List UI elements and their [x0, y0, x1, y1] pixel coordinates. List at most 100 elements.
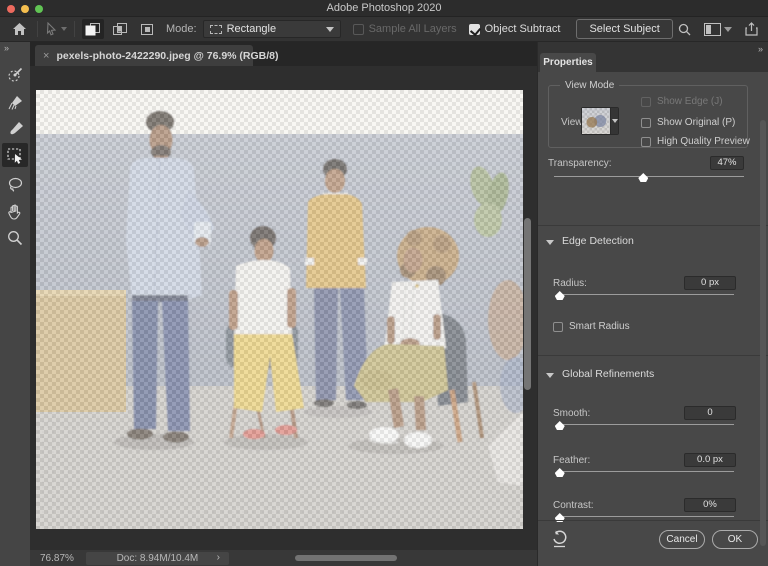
document-tab-bar: × pexels-photo-2422290.jpeg @ 76.9% (RGB… — [30, 42, 537, 66]
select-subject-button[interactable]: Select Subject — [576, 19, 672, 39]
transparency-value-field[interactable]: 47% — [710, 156, 744, 170]
view-mode-thumbnail-dropdown[interactable] — [581, 107, 619, 135]
mode-label: Mode: — [166, 23, 197, 35]
horizontal-scrollbar-thumb[interactable] — [295, 555, 397, 561]
show-edge-label: Show Edge (J) — [657, 96, 723, 107]
document-info[interactable]: Doc: 8.94M/10.4M › — [86, 552, 229, 565]
hand-icon — [7, 203, 23, 220]
smooth-value-field[interactable]: 0 — [684, 406, 736, 420]
lasso-tool[interactable] — [3, 172, 27, 196]
footer-divider — [538, 520, 768, 521]
slider-track[interactable] — [558, 294, 734, 295]
expand-tools-icon[interactable]: » — [4, 43, 8, 53]
feather-label: Feather: — [553, 455, 590, 466]
slider-track[interactable] — [558, 424, 734, 425]
collapse-panel-icon[interactable]: » — [758, 44, 762, 54]
mode-dropdown[interactable]: Rectangle — [203, 20, 341, 38]
chevron-down-icon — [724, 27, 732, 32]
contrast-value-field[interactable]: 0% — [684, 498, 736, 512]
tool-column: » — [0, 42, 30, 566]
slider-track[interactable] — [558, 471, 734, 472]
transparency-slider[interactable] — [554, 172, 744, 182]
document-image[interactable] — [36, 90, 523, 529]
chevron-right-icon[interactable]: › — [217, 552, 220, 563]
edge-detection-header[interactable]: Edge Detection — [562, 235, 634, 247]
status-bar: 76.87% Doc: 8.94M/10.4M › — [30, 550, 537, 566]
slider-track[interactable] — [554, 176, 744, 177]
ok-button[interactable]: OK — [712, 530, 758, 549]
feather-slider-thumb[interactable] — [555, 468, 565, 477]
sample-all-layers-option[interactable]: Sample All Layers — [353, 23, 457, 35]
rectangle-marquee-icon — [210, 25, 222, 34]
properties-panel: » Properties View Mode View: Show Edge (… — [537, 42, 768, 566]
add-selection-icon — [112, 22, 128, 37]
properties-panel-body: View Mode View: Show Edge (J) Show Origi… — [538, 72, 768, 566]
zoom-icon — [7, 230, 23, 246]
collapse-global-refinements-icon[interactable] — [546, 373, 554, 378]
canvas-area[interactable] — [30, 66, 537, 550]
subtract-from-selection-mode-button[interactable] — [136, 19, 158, 39]
zoom-tool[interactable] — [3, 226, 27, 250]
hand-tool[interactable] — [3, 199, 27, 223]
add-to-selection-mode-button[interactable] — [109, 19, 131, 39]
high-quality-preview-checkbox[interactable] — [641, 137, 651, 147]
refine-edge-brush-icon — [7, 94, 24, 111]
new-selection-icon — [85, 22, 101, 37]
zoom-level-field[interactable]: 76.87% — [40, 553, 74, 564]
global-refinements-header[interactable]: Global Refinements — [562, 368, 654, 380]
home-button[interactable] — [8, 19, 30, 39]
section-divider — [538, 225, 768, 226]
brush-icon — [7, 121, 24, 138]
contrast-label: Contrast: — [553, 500, 594, 511]
sample-all-layers-checkbox[interactable] — [353, 24, 364, 35]
object-subtract-checkbox[interactable] — [469, 24, 480, 35]
show-original-checkbox[interactable] — [641, 118, 651, 128]
radius-slider-thumb[interactable] — [555, 291, 565, 300]
doc-size-text: Doc: 8.94M/10.4M — [117, 553, 199, 564]
collapse-edge-detection-icon[interactable] — [546, 240, 554, 245]
smooth-slider-thumb[interactable] — [555, 421, 565, 430]
object-subtract-option[interactable]: Object Subtract — [469, 23, 561, 35]
radius-value-field[interactable]: 0 px — [684, 276, 736, 290]
feather-value-field[interactable]: 0.0 px — [684, 453, 736, 467]
mode-dropdown-value: Rectangle — [227, 23, 326, 35]
tool-preset-button[interactable] — [45, 19, 67, 39]
workspace-switcher[interactable] — [704, 23, 732, 36]
separator — [74, 21, 75, 37]
high-quality-preview-label: High Quality Preview — [657, 136, 750, 147]
quick-selection-icon — [7, 66, 24, 83]
smooth-slider[interactable] — [558, 420, 734, 430]
vertical-scrollbar[interactable] — [524, 66, 531, 550]
search-icon[interactable] — [678, 23, 691, 36]
refine-edge-brush-tool[interactable] — [3, 90, 27, 114]
reset-icon[interactable] — [551, 530, 568, 548]
onion-skin-thumbnail — [582, 108, 610, 134]
share-icon[interactable] — [745, 22, 758, 36]
tab-properties[interactable]: Properties — [540, 53, 596, 72]
options-bar: Mode: Rectangle Sample All Layers Object… — [0, 17, 768, 42]
document-tab[interactable]: × pexels-photo-2422290.jpeg @ 76.9% (RGB… — [35, 45, 253, 66]
feather-slider[interactable] — [558, 467, 734, 477]
section-divider — [538, 355, 768, 356]
separator — [37, 21, 38, 37]
vertical-scrollbar-thumb[interactable] — [524, 218, 531, 390]
panel-scrollbar-thumb[interactable] — [760, 120, 766, 546]
show-edge-checkbox[interactable] — [641, 97, 651, 107]
title-bar: Adobe Photoshop 2020 — [0, 0, 768, 17]
object-selection-tool[interactable] — [2, 143, 28, 167]
sample-all-layers-label: Sample All Layers — [369, 23, 457, 35]
chevron-down-icon — [326, 27, 334, 32]
radius-slider[interactable] — [558, 290, 734, 300]
smart-radius-checkbox[interactable] — [553, 322, 563, 332]
transparency-slider-thumb[interactable] — [638, 173, 648, 182]
quick-selection-tool[interactable] — [3, 62, 27, 86]
cancel-button[interactable]: Cancel — [659, 530, 705, 549]
slider-track[interactable] — [558, 516, 734, 517]
window-title: Adobe Photoshop 2020 — [0, 2, 768, 14]
show-original-label: Show Original (P) — [657, 117, 735, 128]
document-tab-title: pexels-photo-2422290.jpeg @ 76.9% (RGB/8… — [56, 50, 278, 62]
brush-tool[interactable] — [3, 117, 27, 141]
new-selection-mode-button[interactable] — [82, 19, 104, 39]
move-tool-icon — [45, 22, 59, 36]
close-icon[interactable]: × — [43, 50, 49, 62]
